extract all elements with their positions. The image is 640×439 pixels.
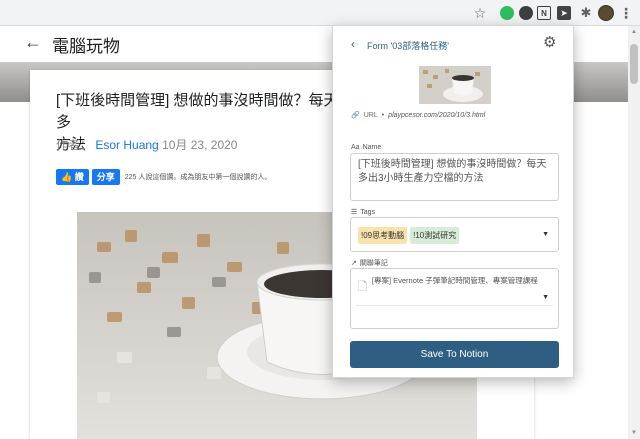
like-count-text: 225 人說這個讚。成為朋友中第一個說讚的人。 [124,174,272,181]
relation-select[interactable]: 🗋 [專案] Evernote 子彈筆記時間管理、專案管理課程 ▼ [350,268,559,329]
name-input[interactable]: [下班後時間管理] 想做的事沒時間做？每天多出3小時生產力空檔的方法 [350,153,559,201]
article-title-line1: [下班後時間管理] 想做的事沒時間做？每天多 [56,92,339,131]
bookmark-star-icon[interactable]: ☆ [472,5,488,21]
scrollbar-thumb[interactable] [630,44,638,84]
relation-divider [356,305,553,306]
site-title[interactable]: 電腦玩物 [52,32,120,57]
arrow-left-icon[interactable]: ← [24,32,42,53]
scroll-down-icon[interactable]: ▼ [631,430,637,436]
facebook-actions: 👍 讚 分享 225 人說這個讚。成為朋友中第一個說讚的人。 [56,169,271,185]
url-row: 🔗 URL • playpcesor.com/2020/10/3.html [351,111,485,120]
evernote-extension-icon[interactable] [500,6,514,20]
tag-chip[interactable]: !09思考動腦 [358,227,408,244]
browser-toolbar: ☆ N ➤ ✱ ⋮ [0,0,640,26]
facebook-like-button[interactable]: 👍 讚 [56,169,89,185]
save-to-notion-popup: ‹ Form '03部落格任務' ⚙ 🔗 URL • playpcesor.co… [332,25,574,378]
document-icon: 🗋 [358,281,367,293]
send-extension-icon[interactable]: ➤ [557,6,571,20]
thumbnail-image [419,66,491,104]
link-icon: 🔗 [351,112,360,119]
caret-down-icon[interactable]: ▼ [542,294,549,301]
chevron-left-icon[interactable]: ‹ [351,37,355,51]
arrow-up-right-icon: ↗ [351,260,357,267]
scroll-up-icon[interactable]: ▲ [631,29,637,35]
url-label: URL [363,111,378,119]
text-icon: Aa [351,144,360,151]
tags-select[interactable]: !09思考動腦 !10測試研究 ▼ [350,217,559,252]
tags-label: Tags [360,208,376,216]
extension-icon[interactable] [519,6,533,20]
save-to-notion-button[interactable]: Save To Notion [350,341,559,368]
page-thumbnail [419,66,491,104]
like-label: 讚 [74,172,84,182]
relation-label: 關聯筆記 [359,260,388,267]
name-value[interactable]: [下班後時間管理] 想做的事沒時間做？每天多出3小時生產力空檔的方法 [351,154,558,190]
relation-value: [專案] Evernote 子彈筆記時間管理、專案管理課程 [371,276,538,285]
tags-list: !09思考動腦 !10測試研究 [358,227,460,244]
byline: 作者： Esor Huang 10月 23, 2020 [56,136,237,153]
relation-field-label: ↗ 關聯筆記 [351,258,388,268]
author-link[interactable]: Esor Huang [95,138,158,152]
caret-down-icon[interactable]: ▼ [542,231,549,238]
list-icon: ☰ [351,209,358,216]
name-field-label: Aa Name [351,144,381,151]
browser-menu-icon[interactable]: ⋮ [618,5,634,21]
url-value[interactable]: playpcesor.com/2020/10/3.html [388,112,485,119]
relation-item[interactable]: 🗋 [專案] Evernote 子彈筆記時間管理、專案管理課程 [358,275,543,297]
page-scrollbar[interactable]: ▲ ▼ [628,26,640,439]
byline-prefix: 作者： [56,138,93,152]
tags-field-label: ☰ Tags [351,208,376,217]
url-separator: • [381,111,385,119]
profile-avatar[interactable] [598,5,614,21]
name-label: Name [362,144,382,151]
notion-extension-icon[interactable]: N [537,6,551,20]
extensions-puzzle-icon[interactable]: ✱ [578,5,594,21]
post-date: 10月 23, 2020 [162,138,238,152]
facebook-share-button[interactable]: 分享 [91,169,120,185]
gear-icon[interactable]: ⚙ [543,33,556,51]
tag-chip[interactable]: !10測試研究 [410,227,460,244]
form-title[interactable]: Form '03部落格任務' [367,39,449,52]
